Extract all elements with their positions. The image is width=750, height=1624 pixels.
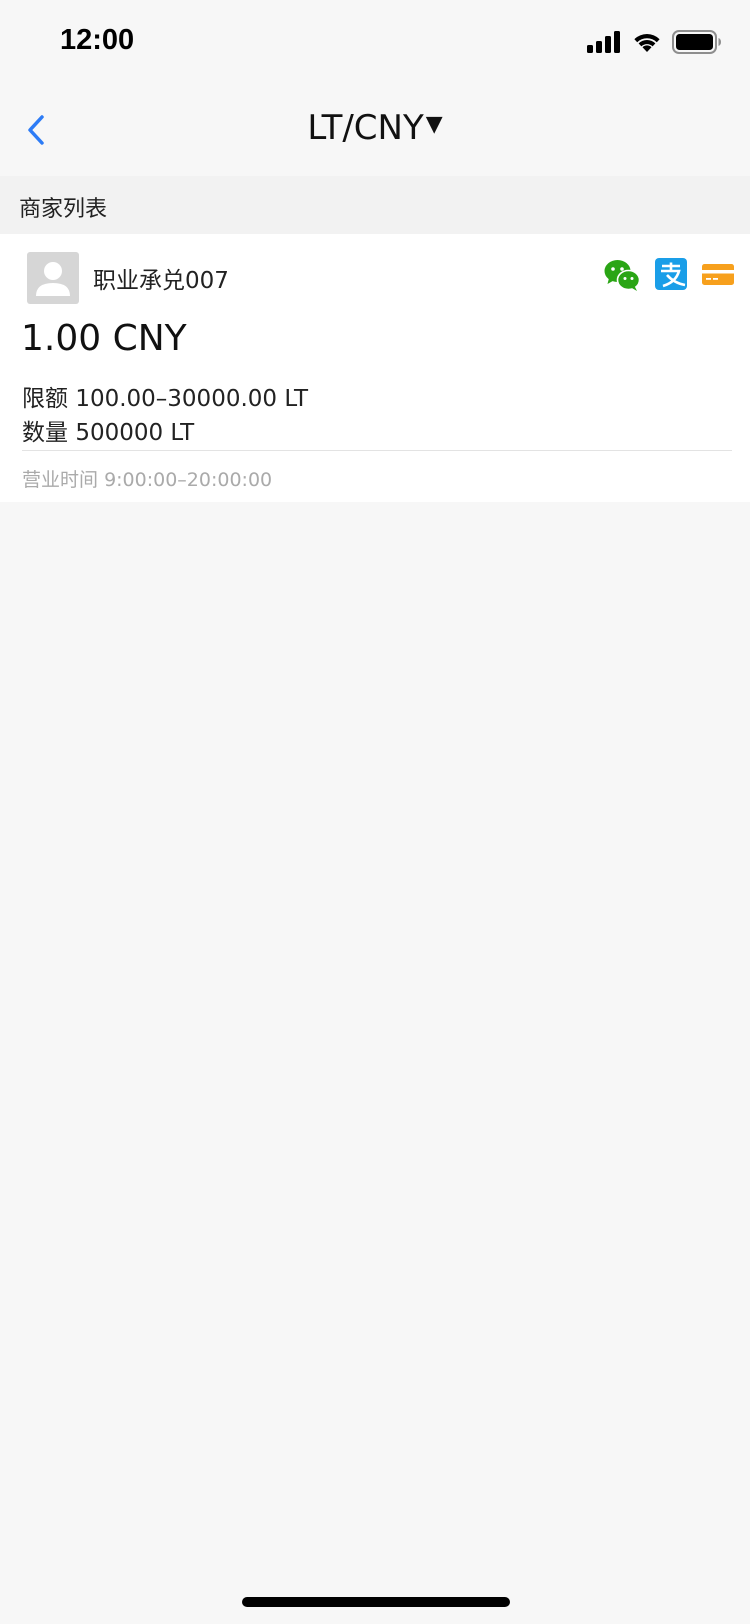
quantity-label: 数量: [22, 420, 68, 446]
page-title: LT/CNY: [307, 108, 424, 148]
wechat-pay-icon: [604, 258, 641, 292]
signal-icon: [587, 31, 622, 57]
merchant-card[interactable]: 职业承兑007 1.00 CNY 限额 100.00–30000.00 LT 数…: [0, 234, 750, 502]
status-icons: [587, 30, 722, 58]
business-hours: 营业时间 9:00:00–20:00:00: [22, 465, 272, 492]
nav-bar: LT/CNY▼: [0, 88, 750, 176]
avatar: [27, 252, 79, 304]
battery-icon: [672, 30, 722, 58]
limit-label: 限额: [22, 386, 68, 412]
section-title: 商家列表: [19, 197, 108, 222]
pair-selector[interactable]: LT/CNY▼: [0, 108, 750, 148]
price: 1.00 CNY: [21, 318, 187, 359]
merchant-name: 职业承兑007: [93, 268, 229, 294]
divider: [22, 450, 732, 451]
caret-down-icon: ▼: [425, 112, 443, 137]
limit-value: 100.00–30000.00 LT: [75, 386, 309, 412]
limit-row: 限额 100.00–30000.00 LT: [22, 379, 308, 413]
user-placeholder-icon: [27, 262, 79, 304]
home-indicator[interactable]: [242, 1597, 510, 1607]
bank-card-icon: [702, 258, 734, 292]
status-bar: 12:00: [0, 0, 750, 88]
hours-value: 9:00:00–20:00:00: [104, 469, 273, 491]
status-time: 12:00: [60, 24, 135, 56]
section-header: 商家列表: [0, 176, 750, 234]
hours-label: 营业时间: [22, 469, 99, 491]
quantity-value: 500000 LT: [75, 420, 195, 446]
wifi-icon: [632, 30, 662, 58]
quantity-row: 数量 500000 LT: [22, 413, 194, 447]
alipay-icon: [655, 258, 687, 292]
payment-methods: [604, 258, 734, 292]
